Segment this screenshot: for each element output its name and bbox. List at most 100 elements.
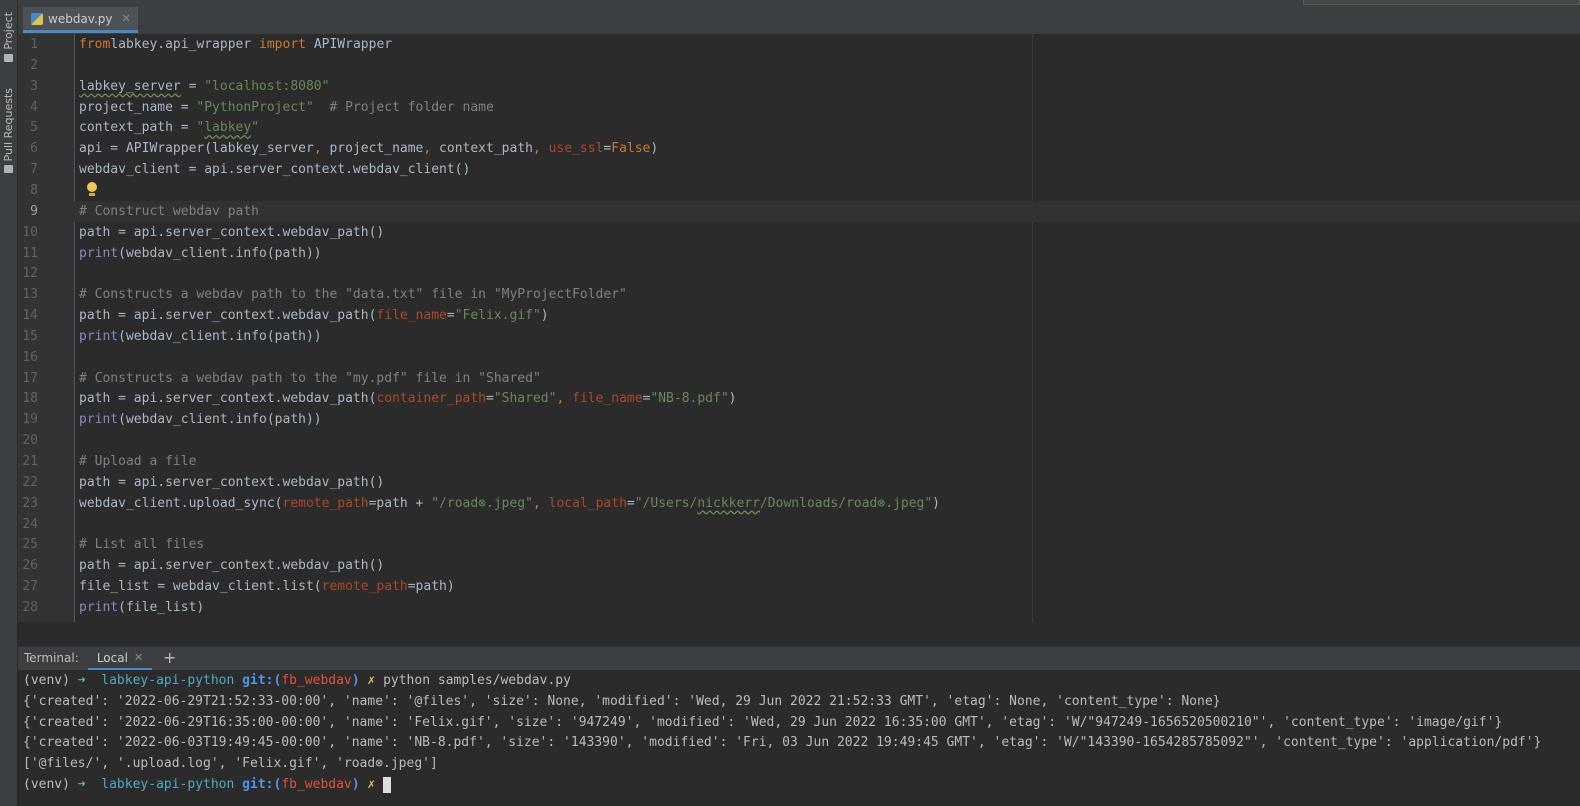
- folder-icon: [4, 53, 13, 62]
- project-tool-tab[interactable]: Project: [0, 12, 17, 62]
- terminal-tab-label: Local: [96, 650, 128, 665]
- terminal-line: (venv) ➜ labkey-api-python git:(fb_webda…: [23, 774, 392, 795]
- code-line[interactable]: 4 project_name = "PythonProject" # Projec…: [18, 97, 1580, 118]
- close-icon[interactable]: ✕: [134, 651, 143, 664]
- line-number: 25: [22, 537, 38, 553]
- code-text: path = api.server_context.webdav_path(fi…: [79, 308, 549, 324]
- line-number: 19: [22, 412, 38, 428]
- close-icon[interactable]: ✕: [122, 12, 131, 25]
- line-number: 27: [22, 579, 38, 595]
- code-text: path = api.server_context.webdav_path(): [79, 474, 385, 490]
- line-number: 7: [30, 162, 38, 178]
- line-number: 22: [22, 474, 38, 490]
- line-number: 13: [22, 287, 38, 303]
- tab-webdav-py[interactable]: webdav.py ✕: [23, 7, 138, 33]
- line-number: 2: [30, 57, 38, 73]
- code-line[interactable]: 14 path = api.server_context.webdav_path(…: [18, 305, 1580, 326]
- line-number: 9: [30, 203, 38, 219]
- pull-requests-tool-label: Pull Requests: [2, 88, 15, 162]
- code-text: print(webdav_client.info(path)): [79, 245, 322, 261]
- code-text: # Constructs a webdav path to the "data.…: [79, 287, 627, 303]
- code-editor[interactable]: 1 fromlabkey.api_wrapper import APIWrappe…: [18, 34, 1580, 622]
- code-line[interactable]: 28 print(file_list): [18, 597, 1580, 618]
- code-text: context_path = "labkey": [79, 120, 260, 136]
- code-line[interactable]: 1 fromlabkey.api_wrapper import APIWrappe…: [18, 34, 1580, 55]
- code-line[interactable]: 18 path = api.server_context.webdav_path(…: [18, 388, 1580, 409]
- code-line[interactable]: 12: [18, 263, 1580, 284]
- line-number: 28: [22, 599, 38, 615]
- line-number: 21: [22, 454, 38, 469]
- line-number: 20: [22, 433, 38, 449]
- line-number: 15: [22, 328, 38, 344]
- code-line[interactable]: 9 # Construct webdav path: [18, 200, 1580, 222]
- terminal-header: Terminal: Local ✕ +: [18, 646, 1580, 671]
- code-line[interactable]: 21 # Upload a file: [18, 451, 1580, 472]
- code-text: print(webdav_client.info(path)): [79, 328, 322, 344]
- line-number: 18: [22, 391, 38, 407]
- code-line[interactable]: 6 api = APIWrapper(labkey_server, project…: [18, 138, 1580, 159]
- code-line[interactable]: 8: [18, 180, 1580, 201]
- left-tool-strip: Project Pull Requests: [0, 0, 18, 806]
- code-line[interactable]: 26 path = api.server_context.webdav_path(…: [18, 555, 1580, 576]
- code-line[interactable]: 17 # Constructs a webdav path to the "my.…: [18, 368, 1580, 389]
- code-line[interactable]: 3 labkey_server = "localhost:8080": [18, 76, 1580, 97]
- line-number: 4: [30, 99, 38, 115]
- line-number: 23: [22, 495, 38, 511]
- code-line[interactable]: 23 webdav_client.upload_sync(remote_path=…: [18, 493, 1580, 514]
- line-number: 3: [30, 78, 38, 94]
- code-text: print(webdav_client.info(path)): [79, 412, 322, 428]
- pull-requests-tool-tab[interactable]: Pull Requests: [0, 88, 17, 174]
- line-number: 24: [22, 516, 38, 532]
- code-text: webdav_client.upload_sync(remote_path=pa…: [79, 495, 940, 511]
- terminal-line: {'created': '2022-06-29T21:52:33-00:00',…: [23, 693, 1221, 709]
- lightbulb-icon[interactable]: [86, 182, 98, 198]
- line-number: 6: [30, 141, 38, 157]
- project-tool-label: Project: [2, 12, 15, 50]
- code-line[interactable]: 24: [18, 514, 1580, 535]
- code-line[interactable]: 11 print(webdav_client.info(path)): [18, 243, 1580, 264]
- code-text: webdav_client = api.server_context.webda…: [79, 162, 471, 178]
- code-line[interactable]: 19 print(webdav_client.info(path)): [18, 409, 1580, 430]
- code-text: labkey_server = "localhost:8080": [79, 78, 330, 94]
- tab-label: webdav.py: [48, 11, 113, 26]
- code-text: project_name = "PythonProject" # Project…: [79, 99, 494, 115]
- code-line[interactable]: 13 # Constructs a webdav path to the "dat…: [18, 284, 1580, 305]
- line-number: 17: [22, 370, 38, 386]
- code-text: path = api.server_context.webdav_path(co…: [79, 391, 737, 407]
- terminal-output[interactable]: (venv) ➜ labkey-api-python git:(fb_webda…: [18, 670, 1580, 806]
- code-text: path = api.server_context.webdav_path(): [79, 558, 385, 574]
- line-number: 10: [22, 224, 38, 240]
- add-terminal-icon[interactable]: +: [163, 648, 176, 667]
- line-number: 16: [22, 349, 38, 365]
- terminal-line: (venv) ➜ labkey-api-python git:(fb_webda…: [23, 673, 571, 688]
- line-number: 26: [22, 558, 38, 574]
- terminal-line: ['@files/', '.upload.log', 'Felix.gif', …: [23, 756, 438, 772]
- code-line[interactable]: 22 path = api.server_context.webdav_path(…: [18, 472, 1580, 493]
- code-line[interactable]: 10 path = api.server_context.webdav_path(…: [18, 222, 1580, 243]
- terminal-cursor: [383, 776, 392, 793]
- code-text: print(file_list): [79, 599, 205, 615]
- line-number: 14: [22, 308, 38, 324]
- code-text: file_list = webdav_client.list(remote_pa…: [79, 579, 455, 595]
- code-line[interactable]: 16: [18, 347, 1580, 368]
- code-text: # Construct webdav path: [79, 203, 260, 219]
- pull-request-icon: [4, 165, 13, 174]
- line-number: 11: [22, 245, 38, 261]
- code-text: api = APIWrapper(labkey_server, project_…: [79, 141, 659, 157]
- code-line[interactable]: 5 context_path = "labkey": [18, 117, 1580, 138]
- code-line[interactable]: 2: [18, 55, 1580, 76]
- code-line[interactable]: 7 webdav_client = api.server_context.webd…: [18, 159, 1580, 180]
- code-line[interactable]: 20: [18, 430, 1580, 451]
- terminal-line: {'created': '2022-06-29T16:35:00-00:00',…: [23, 714, 1503, 730]
- search-everywhere-field[interactable]: [1303, 0, 1580, 5]
- code-line[interactable]: 27 file_list = webdav_client.list(remote_…: [18, 576, 1580, 597]
- python-file-icon: [31, 12, 43, 25]
- code-text: # Upload a file: [79, 454, 197, 469]
- code-text: path = api.server_context.webdav_path(): [79, 224, 385, 240]
- code-line[interactable]: 25 # List all files: [18, 534, 1580, 555]
- editor-tab-bar: webdav.py ✕: [18, 0, 1580, 35]
- code-text: # List all files: [79, 537, 205, 553]
- tab-terminal-local[interactable]: Local ✕: [88, 647, 152, 671]
- code-line[interactable]: 15 print(webdav_client.info(path)): [18, 326, 1580, 347]
- code-text: # Constructs a webdav path to the "my.pd…: [79, 370, 541, 386]
